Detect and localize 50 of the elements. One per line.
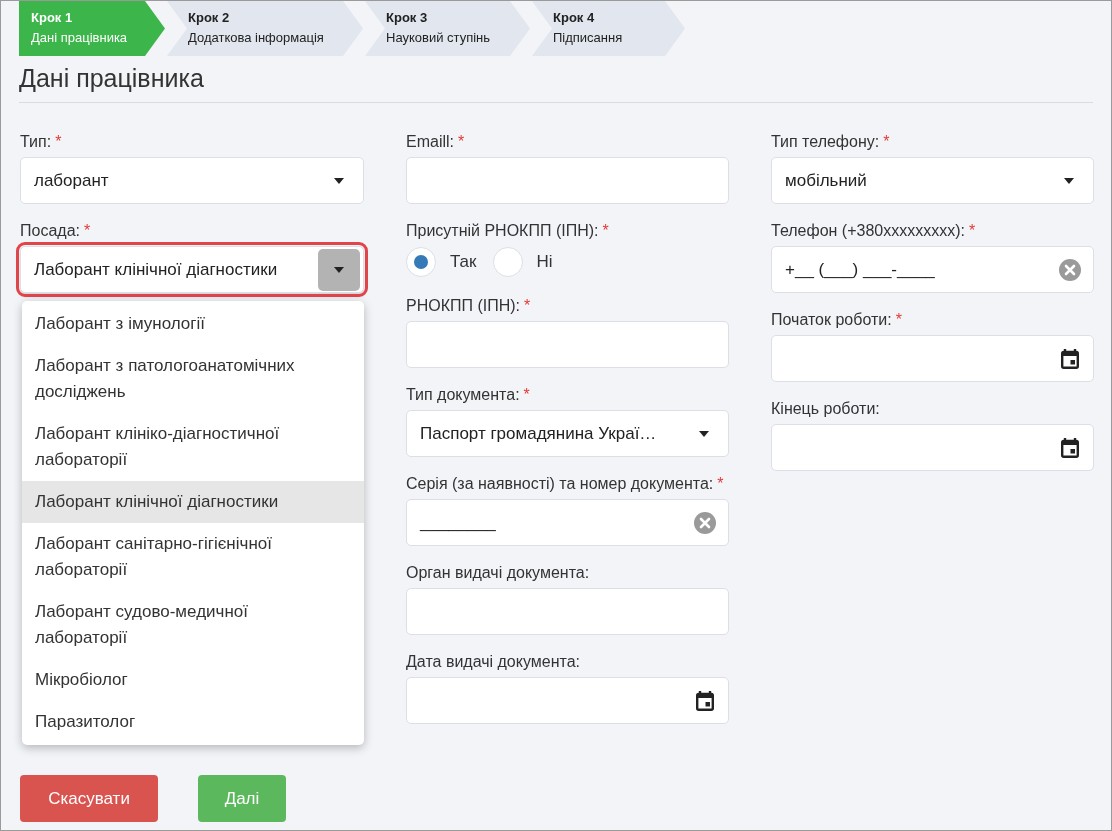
calendar-icon[interactable] [1061, 348, 1079, 369]
clear-icon[interactable] [1059, 258, 1081, 281]
text-field[interactable] [406, 157, 729, 204]
field-label: Початок роботи: * [771, 310, 903, 330]
step-tab[interactable]: Крок 2 Додаткова інформація [167, 1, 363, 56]
field-label: Орган видачі документа: [406, 563, 591, 583]
select-field[interactable]: мобільний [771, 157, 1094, 204]
radio-label: Так [450, 251, 477, 274]
select-field[interactable]: лаборант [20, 157, 364, 204]
field-label: Тип документа: * [406, 385, 531, 405]
masked-field[interactable]: +__ (___) ___-____ [771, 246, 1094, 293]
date-field[interactable] [406, 677, 729, 724]
field-label: Посада: * [20, 221, 92, 241]
dropdown-option[interactable]: Лаборант клінічної діагностики [22, 481, 364, 523]
calendar-icon[interactable] [696, 690, 714, 711]
field-label: РНОКПП (ІПН): * [406, 296, 532, 316]
field-label: Emaill: * [406, 132, 466, 152]
field-label: Тип телефону: * [771, 132, 891, 152]
caret-down-icon [334, 177, 344, 184]
dropdown-option[interactable]: Лаборант судово-медичної лабораторії [22, 591, 364, 659]
date-field[interactable] [771, 335, 1094, 382]
field-label: Телефон (+380xxxxxxxxx): * [771, 221, 977, 241]
field-label: Серія (за наявності) та номер документа: * [406, 474, 725, 494]
dropdown-option[interactable]: Паразитолог [22, 701, 364, 743]
field-label: Дата видачі документа: [406, 652, 581, 672]
field-label: Присутній РНОКПП (ІПН): * [406, 221, 610, 241]
dropdown-option[interactable]: Мікробіолог [22, 659, 364, 701]
radio-button[interactable] [492, 247, 523, 277]
step-tab[interactable]: Крок 4 Підписання [532, 1, 685, 56]
dropdown-option[interactable]: Лаборант з імунології [22, 303, 364, 345]
radio-button[interactable] [406, 247, 436, 277]
clear-icon[interactable] [694, 511, 716, 534]
text-field[interactable] [406, 588, 729, 635]
field-label: Кінець роботи: [771, 399, 881, 419]
step-tab[interactable]: Крок 3 Науковий ступінь [365, 1, 530, 56]
radio-label: Ні [536, 251, 553, 274]
caret-down-icon [1064, 177, 1074, 184]
caret-down-icon [334, 266, 344, 273]
caret-down-icon [699, 430, 709, 437]
calendar-icon[interactable] [1061, 437, 1079, 458]
dropdown-option[interactable]: Лаборант санітарно-гігієнічної лабораторії [22, 523, 364, 591]
date-field[interactable] [771, 424, 1094, 471]
page-title: Дані працівника [19, 63, 205, 94]
dropdown-option[interactable]: Лаборант клініко-діагностичної лабораторії [22, 413, 364, 481]
dropdown-option[interactable]: Лаборант з патологоанатомічних досліджень [22, 345, 364, 413]
masked-field[interactable]: ________ [406, 499, 729, 546]
cancel-button[interactable]: Скасувати [20, 775, 158, 822]
field-label: Тип: * [20, 132, 63, 152]
text-field[interactable] [406, 321, 729, 368]
select-field[interactable]: Паспорт громадянина Украї… [406, 410, 729, 457]
